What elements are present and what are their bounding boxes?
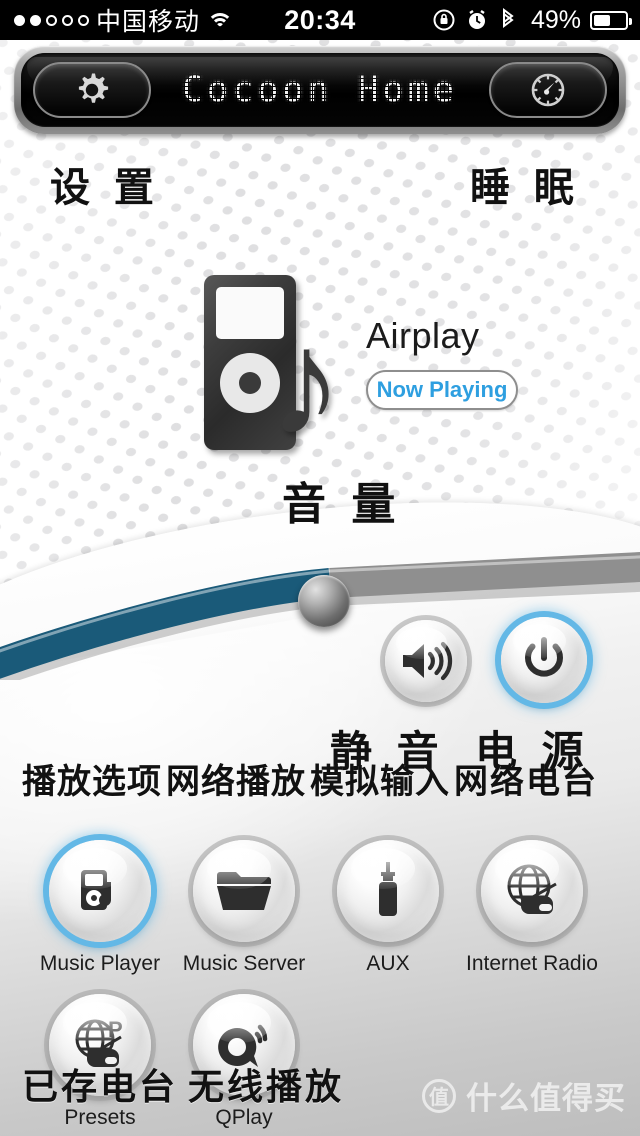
source-orb [193, 840, 295, 942]
annotation-wireless-playback: 无线播放 [188, 1066, 345, 1108]
folder-icon [213, 865, 275, 917]
mute-button[interactable] [385, 620, 467, 702]
annotation-sleep: 睡 眠 [470, 164, 579, 211]
bluetooth-icon [498, 8, 522, 32]
watermark-logo: 值 [422, 1078, 456, 1113]
source-button-music-player[interactable]: Music Player [28, 840, 172, 976]
annotation-saved-stations: 已存电台 [22, 1066, 179, 1108]
source-label: AUX [366, 952, 410, 975]
sleep-timer-icon [526, 68, 570, 112]
source-label: Music Player [39, 952, 161, 975]
aux-plug-icon [368, 860, 408, 922]
ipod-music-note-icon: ♪ [196, 275, 346, 465]
current-source-label: Airplay [366, 315, 480, 356]
source-button-music-server[interactable]: Music Server [172, 840, 316, 976]
status-bar-right: 49% [432, 6, 640, 35]
rotation-lock-icon [432, 8, 456, 32]
app-header-bar: Cocoon Home [14, 46, 626, 134]
status-bar: 中国移动 20:34 49% [0, 0, 640, 40]
power-icon [519, 634, 569, 686]
volume-slider-knob[interactable] [298, 575, 350, 627]
watermark: 值 什么值得买 [422, 1073, 626, 1118]
sleep-timer-button[interactable] [489, 62, 607, 118]
header-display: Cocoon Home [21, 53, 619, 127]
power-button[interactable] [501, 617, 587, 703]
source-orb [49, 840, 151, 942]
volume-track-fill [0, 568, 332, 679]
annotation-playback-options: 播放选项 [22, 762, 162, 802]
now-playing-button[interactable]: Now Playing [366, 370, 518, 410]
source-label: Music Server [182, 952, 306, 975]
annotation-analog-input: 模拟输入 [310, 762, 450, 802]
alarm-clock-icon [465, 8, 489, 32]
annotation-internet-radio: 网络电台 [454, 762, 598, 802]
speaker-volume-icon [399, 638, 453, 684]
now-playing-section: ♪ Airplay Now Playing [0, 255, 640, 457]
source-label: Internet Radio [466, 952, 598, 975]
source-button-internet-radio[interactable]: Internet Radio [460, 840, 604, 976]
svg-text:P: P [108, 1017, 123, 1042]
globe-radio-icon [501, 862, 563, 920]
source-orb [481, 840, 583, 942]
watermark-text: 什么值得买 [466, 1081, 626, 1116]
app-screen: Cocoon Home 设 置 睡 眠 ♪ Airplay Now Playin… [0, 40, 640, 1136]
settings-button[interactable] [33, 62, 151, 118]
ipod-music-note-icon [71, 862, 129, 920]
battery-icon [590, 10, 632, 30]
source-row-1: Music Player Music Server AUX Internet R… [0, 840, 640, 976]
source-button-aux[interactable]: AUX [316, 840, 460, 976]
annotation-network-playback: 网络播放 [166, 762, 306, 802]
battery-percent: 49% [530, 5, 581, 34]
source-orb [337, 840, 439, 942]
gear-icon [70, 68, 114, 112]
annotation-settings: 设 置 [50, 164, 159, 211]
